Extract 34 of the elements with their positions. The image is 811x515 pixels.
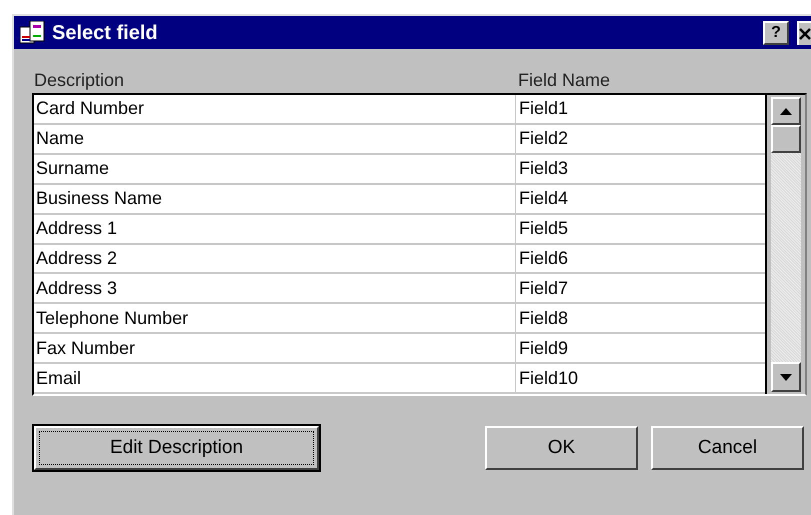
table-cell: Address 1 — [34, 214, 516, 243]
dialog-button[interactable]: Cancel — [651, 426, 804, 470]
window-title: Select field — [52, 20, 158, 46]
table-cell-text: Field10 — [518, 366, 578, 390]
table-cell-text: Field8 — [518, 306, 568, 330]
table-cell: Fax Number — [34, 334, 516, 362]
table-cell: Name — [34, 124, 516, 153]
dialog-button[interactable]: OK — [485, 426, 638, 470]
scrollbar[interactable] — [765, 95, 805, 394]
table-cell-text: Field7 — [518, 276, 568, 300]
table-cell: Email — [34, 364, 516, 392]
scroll-thumb[interactable] — [771, 125, 801, 153]
table-cell: Surname — [34, 154, 516, 183]
column-header: Field Name — [518, 69, 610, 92]
table-cell-text: Field3 — [518, 157, 568, 180]
close-button[interactable] — [797, 20, 811, 44]
help-button[interactable]: ? — [763, 20, 789, 44]
table-cell: Business Name — [34, 184, 516, 213]
app-icon — [20, 20, 46, 44]
close-icon — [799, 28, 811, 40]
table-cell-text: Field6 — [518, 246, 568, 270]
table-cell: Address 3 — [34, 274, 516, 302]
table-cell-text: Field5 — [518, 217, 568, 240]
table-cell: Address 2 — [34, 244, 516, 272]
down-arrow-icon — [780, 374, 792, 380]
table-cell-text: Field9 — [518, 336, 568, 360]
table-cell-text: Field4 — [518, 187, 568, 210]
table-cell: Telephone Number — [34, 304, 516, 332]
table-cell-text: Field1 — [518, 97, 568, 120]
table-cell-text: Field2 — [518, 127, 568, 150]
column-header: Description — [34, 69, 126, 92]
table-cell: Card Number — [34, 95, 516, 123]
dialog-button[interactable]: Edit Description — [34, 426, 319, 470]
up-arrow-icon — [780, 108, 792, 114]
